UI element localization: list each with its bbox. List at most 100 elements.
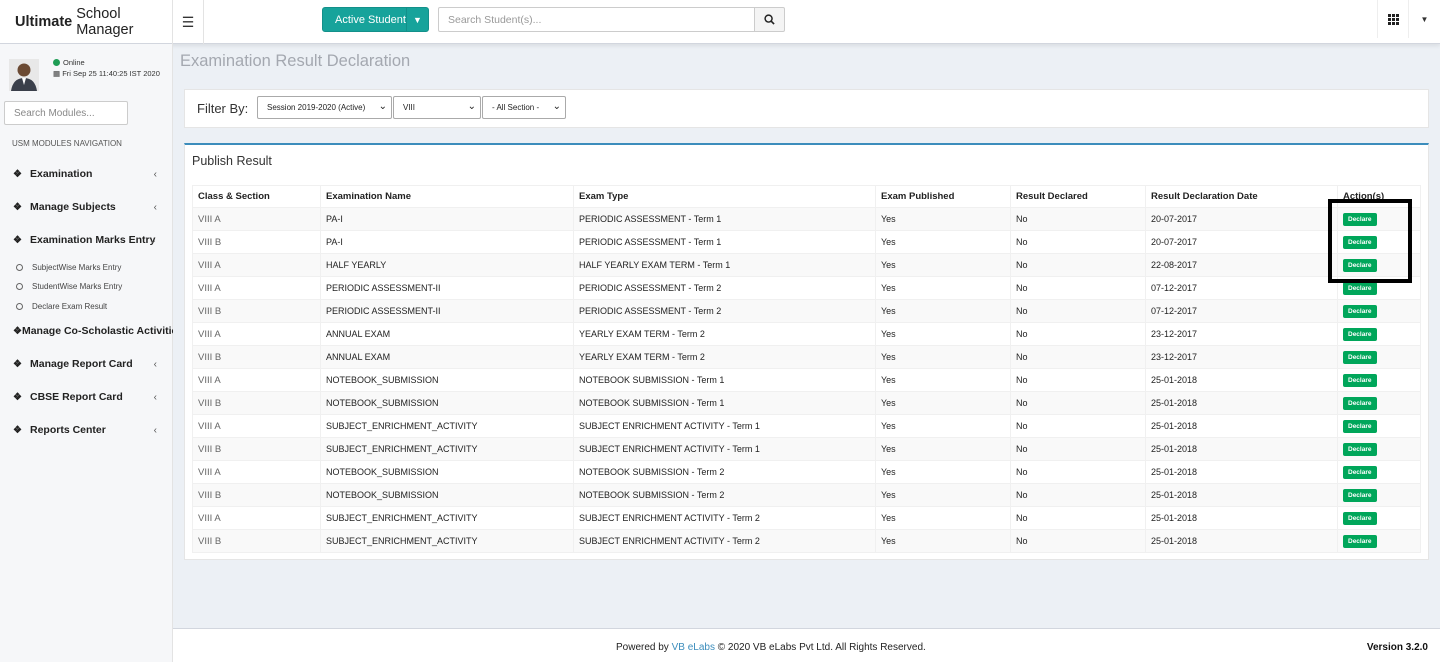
cell-result-declared: No [1010, 437, 1146, 461]
circle-icon [16, 282, 23, 290]
vb-elabs-link[interactable]: VB eLabs [672, 642, 715, 653]
student-search-input[interactable] [438, 7, 755, 32]
cell-actions: Declare [1337, 368, 1421, 392]
chevron-left-icon: ‹ [153, 201, 157, 213]
chevron-left-icon: ‹ [153, 424, 157, 436]
table-row: VIII A NOTEBOOK_SUBMISSION NOTEBOOK SUBMIS… [192, 460, 1421, 484]
dashboard-icon: ❖ [13, 201, 22, 213]
cell-class-section: VIII B [192, 299, 321, 323]
cell-declaration-date: 20-07-2017 [1145, 207, 1338, 231]
chevron-down-icon[interactable]: ▼ [406, 8, 428, 31]
chevron-left-icon: ‹ [153, 168, 157, 180]
cell-exam-type: YEARLY EXAM TERM - Term 2 [573, 322, 876, 346]
cell-actions: Declare [1337, 322, 1421, 346]
nav-manage-subjects[interactable]: ❖ Manage Subjects ‹ [0, 196, 173, 218]
nav-examination-marks-entry[interactable]: ❖ Examination Marks Entry ⌄ [0, 229, 173, 251]
cell-actions: Declare [1337, 529, 1421, 553]
user-menu-caret-icon[interactable]: ▼ [1408, 0, 1440, 38]
search-icon [764, 14, 775, 25]
panel-title: Publish Result [192, 154, 272, 168]
col-class-section: Class & Section [192, 185, 321, 208]
table-row: VIII A HALF YEARLY HALF YEARLY EXAM TERM -… [192, 253, 1421, 277]
cell-declaration-date: 25-01-2018 [1145, 483, 1338, 507]
cell-declaration-date: 25-01-2018 [1145, 414, 1338, 438]
table-row: VIII B PERIODIC ASSESSMENT-II PERIODIC ASS… [192, 299, 1421, 323]
section-value: - All Section - [492, 103, 540, 112]
top-navbar: Ultimate School Manager ☰ Active Student… [0, 0, 1440, 44]
table-row: VIII B SUBJECT_ENRICHMENT_ACTIVITY SUBJECT… [192, 437, 1421, 461]
cell-result-declared: No [1010, 506, 1146, 530]
class-select[interactable]: VIII ⌄ [393, 96, 481, 119]
cell-exam-published: Yes [875, 299, 1011, 323]
cell-exam-published: Yes [875, 391, 1011, 415]
cell-declaration-date: 23-12-2017 [1145, 322, 1338, 346]
apps-grid-icon[interactable] [1377, 0, 1408, 38]
nav-manage-report-card[interactable]: ❖ Manage Report Card ‹ [0, 353, 173, 375]
declare-button[interactable]: Declare [1343, 350, 1377, 364]
cell-class-section: VIII B [192, 437, 321, 461]
table-row: VIII A PA-I PERIODIC ASSESSMENT - Term 1 Ye… [192, 207, 1421, 231]
active-student-dropdown[interactable]: Active Student ▼ [322, 7, 429, 32]
dashboard-icon: ❖ [13, 168, 22, 180]
nav-declare-exam-result[interactable]: Declare Exam Result [0, 298, 173, 314]
footer-text: Powered by VB eLabs © 2020 VB eLabs Pvt … [616, 642, 926, 653]
cell-exam-published: Yes [875, 506, 1011, 530]
cell-exam-published: Yes [875, 529, 1011, 553]
nav-examination[interactable]: ❖ Examination ‹ [0, 163, 173, 185]
cell-actions: Declare [1337, 391, 1421, 415]
declare-button[interactable]: Declare [1343, 304, 1377, 318]
declare-button[interactable]: Declare [1343, 327, 1377, 341]
declare-button[interactable]: Declare [1343, 442, 1377, 456]
declare-button[interactable]: Declare [1343, 281, 1377, 295]
app-logo[interactable]: Ultimate School Manager [0, 0, 173, 44]
nav-studentwise-marks-entry[interactable]: StudentWise Marks Entry [0, 278, 173, 294]
hamburger-menu-icon[interactable]: ☰ [173, 0, 204, 44]
declare-button[interactable]: Declare [1343, 419, 1377, 433]
declare-button[interactable]: Declare [1343, 511, 1377, 525]
circle-icon [16, 263, 23, 271]
cell-exam-published: Yes [875, 230, 1011, 254]
chevron-down-icon: ⌄ [148, 234, 157, 246]
declare-button[interactable]: Declare [1343, 465, 1377, 479]
cell-exam-type: PERIODIC ASSESSMENT - Term 2 [573, 299, 876, 323]
cell-class-section: VIII A [192, 276, 321, 300]
cell-exam-name: ANNUAL EXAM [320, 345, 574, 369]
cell-declaration-date: 07-12-2017 [1145, 299, 1338, 323]
nav-label: Examination Marks Entry [30, 234, 156, 246]
cell-exam-published: Yes [875, 483, 1011, 507]
declare-button[interactable]: Declare [1343, 534, 1377, 548]
cell-class-section: VIII A [192, 460, 321, 484]
cell-declaration-date: 07-12-2017 [1145, 276, 1338, 300]
declare-button[interactable]: Declare [1343, 373, 1377, 387]
section-select[interactable]: - All Section - ⌄ [482, 96, 566, 119]
chevron-left-icon: ‹ [153, 358, 157, 370]
module-search-input[interactable] [4, 101, 128, 125]
cell-result-declared: No [1010, 230, 1146, 254]
class-value: VIII [403, 103, 416, 112]
search-button[interactable] [754, 7, 785, 32]
nav-reports-center[interactable]: ❖ Reports Center ‹ [0, 419, 173, 441]
cell-exam-name: SUBJECT_ENRICHMENT_ACTIVITY [320, 529, 574, 553]
chevron-down-icon: ⌄ [467, 101, 476, 112]
table-row: VIII A ANNUAL EXAM YEARLY EXAM TERM - Term… [192, 322, 1421, 346]
session-select[interactable]: Session 2019-2020 (Active) ⌄ [257, 96, 392, 119]
col-exam-published: Exam Published [875, 185, 1011, 208]
cell-class-section: VIII B [192, 391, 321, 415]
declare-button[interactable]: Declare [1343, 396, 1377, 410]
dashboard-icon: ❖ [13, 391, 22, 403]
cell-exam-name: HALF YEARLY [320, 253, 574, 277]
sub-label: Declare Exam Result [32, 301, 108, 311]
declare-button[interactable]: Declare [1343, 488, 1377, 502]
cell-result-declared: No [1010, 414, 1146, 438]
nav-subjectwise-marks-entry[interactable]: SubjectWise Marks Entry [0, 259, 173, 275]
nav-label: Manage Subjects [30, 201, 116, 213]
nav-cbse-report-card[interactable]: ❖ CBSE Report Card ‹ [0, 386, 173, 408]
col-exam-name: Examination Name [320, 185, 574, 208]
cell-exam-type: SUBJECT ENRICHMENT ACTIVITY - Term 1 [573, 437, 876, 461]
online-label: Online [63, 58, 85, 67]
current-datetime: Fri Sep 25 11:40:25 IST 2020 [62, 69, 160, 78]
cell-exam-published: Yes [875, 437, 1011, 461]
nav-co-scholastic[interactable]: ❖ Manage Co-Scholastic Activities [0, 320, 173, 342]
cell-class-section: VIII A [192, 506, 321, 530]
filter-label: Filter By: [197, 101, 249, 116]
